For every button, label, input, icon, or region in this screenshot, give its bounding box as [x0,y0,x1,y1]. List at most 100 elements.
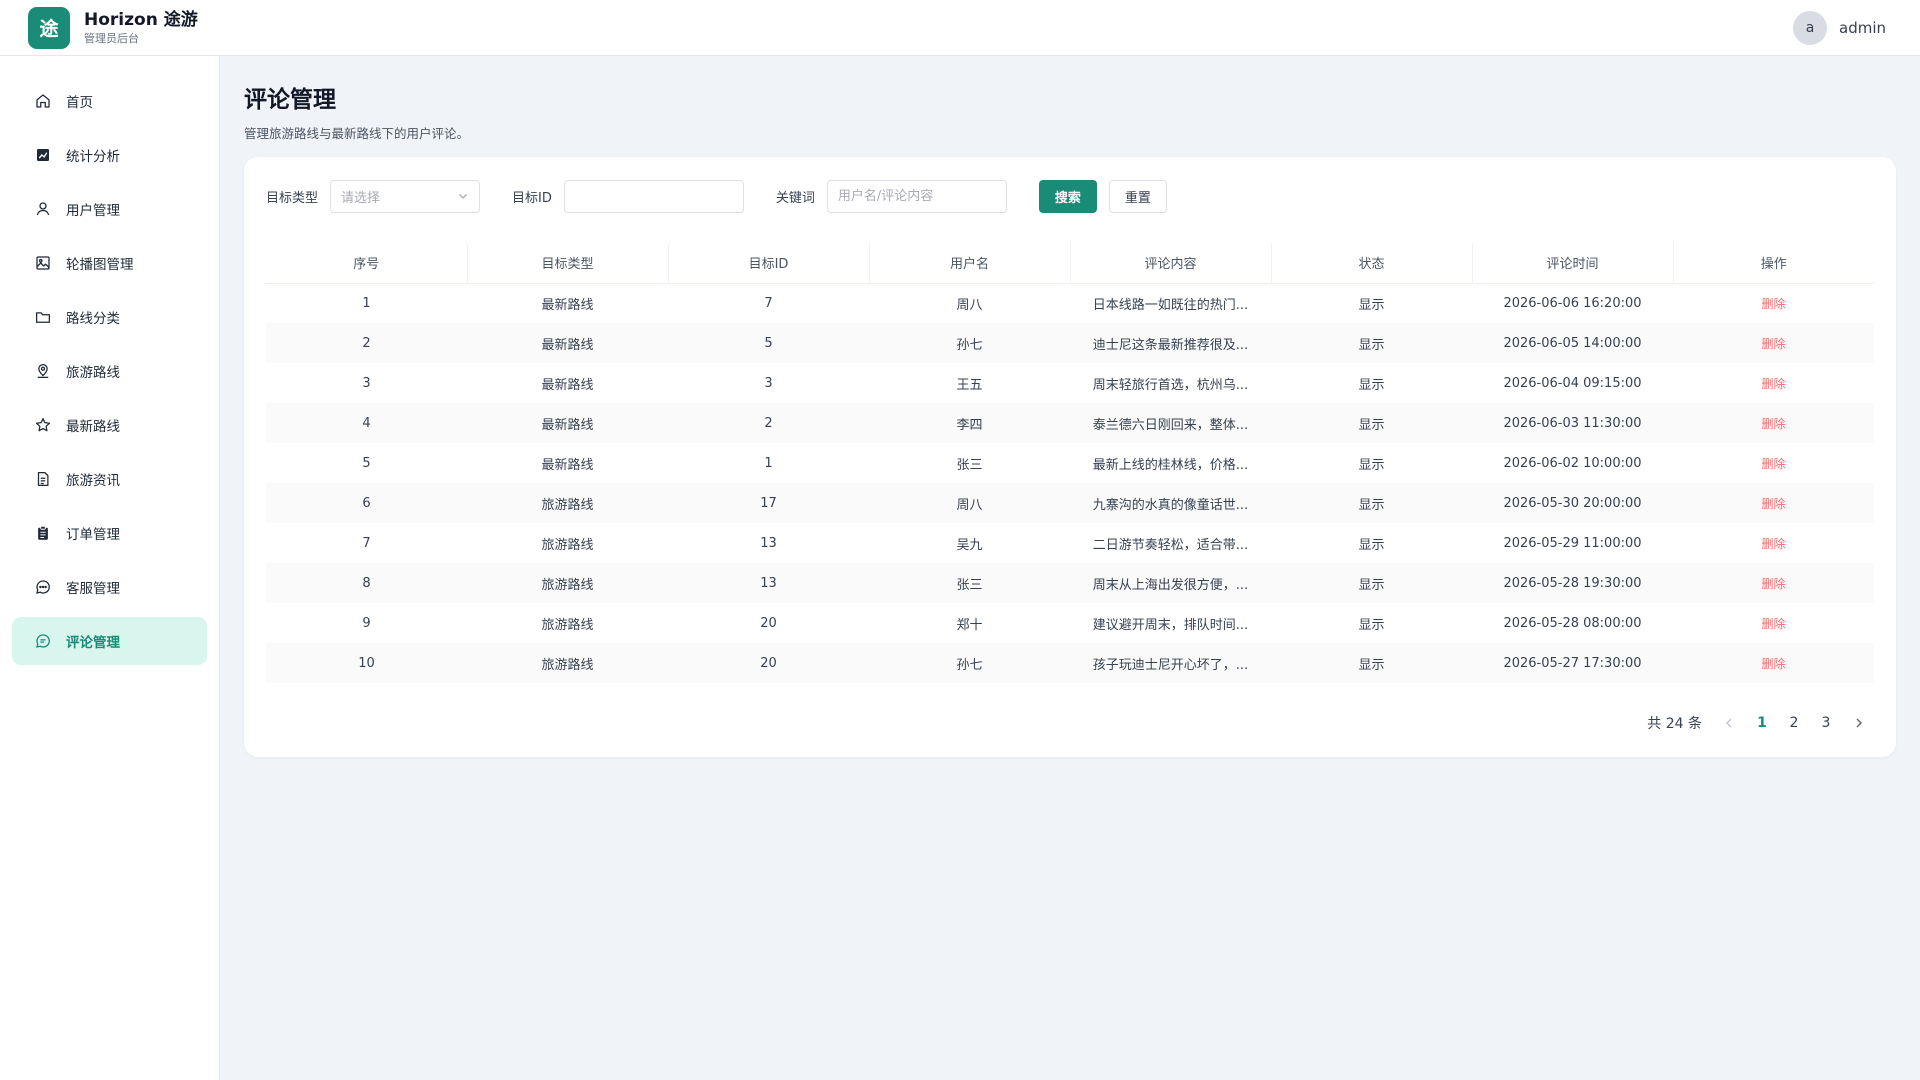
comments-table: 序号 目标类型 目标ID 用户名 评论内容 状态 评论时间 操作 1 最新路线 7 周… [266,243,1874,683]
page-3[interactable]: 3 [1820,715,1832,731]
sidebar-item-latest-routes[interactable]: 最新路线 [12,401,207,449]
pagination: 共 24 条 1 2 3 [1647,713,1866,733]
sidebar-item-comments[interactable]: 评论管理 [12,617,207,665]
sidebar-item-orders[interactable]: 订单管理 [12,509,207,557]
sidebar-item-travel-routes[interactable]: 旅游路线 [12,347,207,395]
column-header: 序号 [266,243,468,284]
comment-content-cell: 日本线路一如既往的热门... [1092,297,1249,313]
status-cell: 显示 [1358,617,1385,633]
sidebar-item-users[interactable]: 用户管理 [12,185,207,233]
target-id-cell: 20 [668,643,869,683]
row-index: 1 [362,295,371,311]
target-type-select[interactable]: 请选择 [330,179,481,213]
status-cell: 显示 [1358,457,1385,473]
keyword-label: 关键词 [775,190,815,206]
comment-content-cell: 周末从上海出发很方便，... [1070,563,1271,603]
sidebar-item-label: 评论管理 [66,635,120,651]
target-id-cell: 3 [764,375,773,391]
target-type-cell: 最新路线 [467,323,668,363]
target-id-cell: 13 [760,535,777,551]
row-index: 6 [266,483,467,523]
column-header: 用户名 [869,243,1071,284]
brand[interactable]: 途 Horizon 途游 管理员后台 [28,6,198,49]
clipboard-icon [38,525,48,540]
sidebar-item-label: 最新路线 [66,419,120,435]
sidebar-item-route-categories[interactable]: 路线分类 [12,293,207,341]
comment-time-cell: 2026-06-02 10:00:00 [1503,455,1642,471]
keyword-input[interactable] [826,179,1007,213]
delete-button[interactable]: 删除 [1673,483,1874,523]
document-icon [37,471,49,487]
delete-button[interactable]: 删除 [1673,643,1874,683]
column-header: 评论内容 [1070,243,1272,284]
main-content: 评论管理 管理旅游路线与最新路线下的用户评论。 目标类型 请选择 目标ID 关键… [244,56,1896,757]
row-index: 3 [362,375,371,391]
table-row: 7 旅游路线 13 吴九 二日游节奏轻松，适合带... 显示 2026-05-29 11:0… [266,523,1874,563]
top-header: 途 Horizon 途游 管理员后台 a admin [0,0,1920,56]
total-count: 共 24 条 [1647,716,1702,732]
target-type-cell: 最新路线 [467,403,668,443]
column-header: 评论时间 [1472,243,1674,284]
search-button[interactable]: 搜索 [1038,179,1097,213]
target-id-input[interactable] [563,179,744,213]
comment-content-cell: 孩子玩迪士尼开心坏了，... [1070,643,1271,683]
comment-icon [36,634,50,648]
delete-button[interactable]: 删除 [1673,523,1874,563]
username-cell: 孙七 [869,643,1070,683]
sidebar-item-customer-service[interactable]: 客服管理 [12,563,207,611]
chevron-down-icon [459,194,467,199]
delete-button[interactable]: 删除 [1673,563,1874,603]
comments-card: 目标类型 请选择 目标ID 关键词 搜索 重置 序号 目标类型 目标ID 用户名… [244,157,1896,757]
row-index: 8 [266,563,467,603]
star-icon [35,417,51,432]
chevron-right-icon[interactable] [1852,716,1866,730]
user-menu[interactable]: a admin [1793,10,1886,45]
target-id-cell: 7 [764,295,773,311]
reset-button[interactable]: 重置 [1108,179,1167,213]
sidebar-item-label: 旅游路线 [66,365,120,381]
comment-time-cell: 2026-05-29 11:00:00 [1503,535,1642,551]
sidebar-item-statistics[interactable]: 统计分析 [12,131,207,179]
target-type-label: 目标类型 [266,190,319,206]
table-row: 4 最新路线 2 李四 泰兰德六日刚回来，整体... 显示 2026-06-03 11:30… [266,403,1874,443]
chart-icon [37,149,49,161]
comment-content-cell: 最新上线的桂林线，价格... [1092,457,1249,473]
table-body: 1 最新路线 7 周八 日本线路一如既往的热门... 显示 2026-06-06 16:20… [266,283,1874,683]
table-row: 9 旅游路线 20 郑十 建议避开周末，排队时间... 显示 2026-05-28 08:0… [266,603,1874,643]
comment-content-cell: 建议避开周末，排队时间... [1092,617,1249,633]
row-index: 9 [362,615,371,631]
comment-time-cell: 2026-05-28 19:30:00 [1472,563,1673,603]
page-2[interactable]: 2 [1788,715,1800,731]
sidebar-item-label: 统计分析 [66,149,120,165]
user-icon [36,202,50,216]
target-id-cell: 17 [668,483,869,523]
delete-button[interactable]: 删除 [1673,443,1874,483]
sidebar-item-home[interactable]: 首页 [12,77,207,125]
target-id-cell: 20 [760,615,777,631]
column-header: 目标类型 [467,243,669,284]
home-icon [36,94,50,108]
sidebar-item-banners[interactable]: 轮播图管理 [12,239,207,287]
username: admin [1839,18,1886,37]
delete-button[interactable]: 删除 [1673,403,1874,443]
folder-icon [35,312,51,323]
page-1[interactable]: 1 [1756,715,1768,731]
target-type-cell: 最新路线 [541,297,594,313]
comment-time-cell: 2026-06-06 16:20:00 [1503,295,1642,311]
delete-button[interactable]: 删除 [1673,323,1874,363]
table-row: 8 旅游路线 13 张三 周末从上海出发很方便，... 显示 2026-05-28 19:3… [266,563,1874,603]
username-cell: 王五 [956,377,983,393]
avatar: a [1793,10,1827,45]
filter-bar: 目标类型 请选择 目标ID 关键词 搜索 重置 [266,179,1874,213]
status-cell: 显示 [1358,537,1385,553]
username-cell: 张三 [956,457,983,473]
comment-content-cell: 周末轻旅行首选，杭州乌... [1092,377,1249,393]
table-header-row: 序号 目标类型 目标ID 用户名 评论内容 状态 评论时间 操作 [266,243,1874,284]
delete-button[interactable]: 删除 [1673,283,1874,323]
delete-button[interactable]: 删除 [1673,363,1874,403]
chevron-left-icon[interactable] [1722,716,1736,730]
sidebar: 首页 统计分析 用户管理 轮播图管理 路线分类 旅游路线 最新路线 旅游资讯 订… [0,56,220,1080]
delete-button[interactable]: 删除 [1673,603,1874,643]
sidebar-item-travel-news[interactable]: 旅游资讯 [12,455,207,503]
column-header: 状态 [1271,243,1473,284]
